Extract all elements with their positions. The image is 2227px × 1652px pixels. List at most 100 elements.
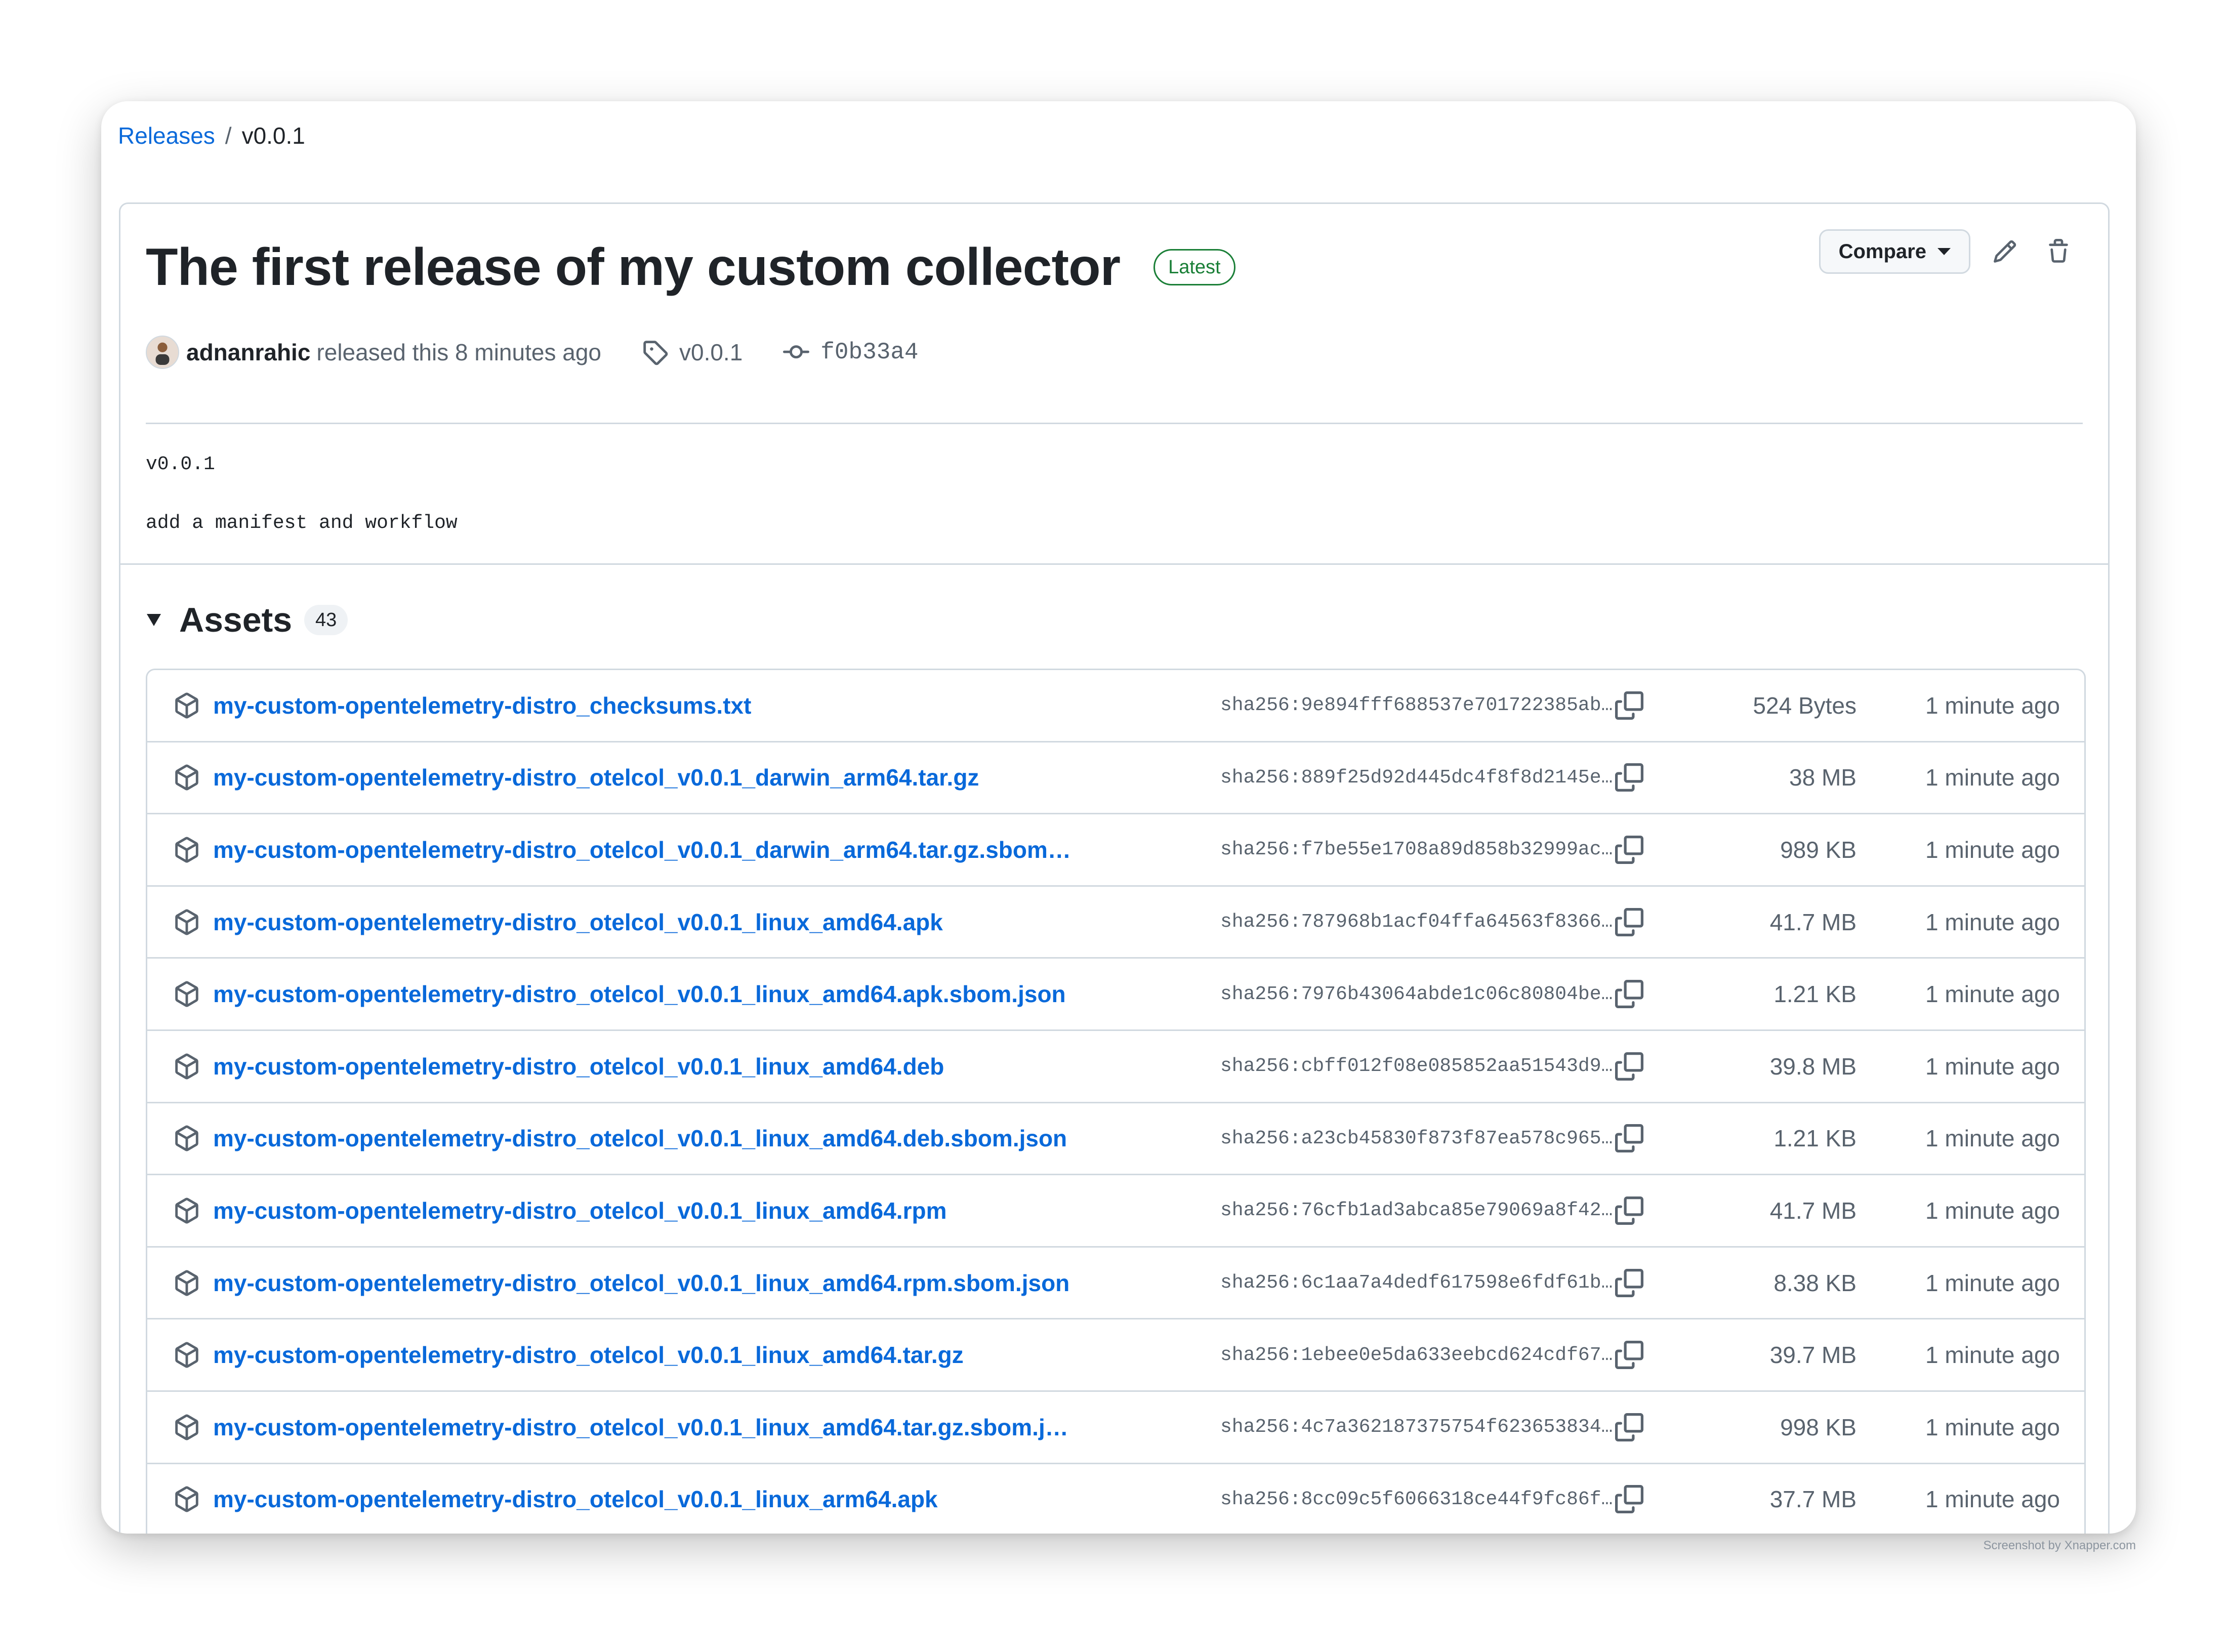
release-title: The first release of my custom collector [146,238,1121,297]
asset-sha256: sha256:889f25d92d445dc4f8f8d2145e… [1220,766,1613,789]
asset-size: 41.7 MB [1769,908,1857,935]
asset-name-link[interactable]: my-custom-opentelemetry-distro_otelcol_v… [213,1341,964,1369]
asset-name-link[interactable]: my-custom-opentelemetry-distro_otelcol_v… [213,1414,1068,1441]
release-tag-label: v0.0.1 [679,339,743,365]
release-meta: adnanrahic released this 8 minutes ago v… [146,336,919,369]
package-icon [175,1197,198,1224]
package-icon [175,692,198,719]
caret-down-icon [1937,248,1951,255]
release-author[interactable]: adnanrahic [186,337,310,367]
asset-row: my-custom-opentelemetry-distro_otelcol_v… [147,1392,2084,1464]
delete-release-button[interactable] [2039,232,2078,271]
asset-row: my-custom-opentelemetry-distro_otelcol_v… [147,1175,2084,1248]
release-notes: v0.0.1 add a manifest and workflow [146,452,458,536]
asset-sha256: sha256:76cfb1ad3abca85e79069a8f42… [1220,1200,1613,1222]
package-icon [175,1414,198,1440]
asset-sha256: sha256:787968b1acf04ffa64563f8366… [1220,911,1613,933]
asset-updated-time: 1 minute ago [1925,1269,2060,1296]
assets-title: Assets [179,601,293,639]
asset-size: 37.7 MB [1769,1486,1857,1513]
tag-icon [643,341,668,365]
package-icon [175,981,198,1007]
copy-icon[interactable] [1615,980,1643,1009]
asset-name-link[interactable]: my-custom-opentelemetry-distro_otelcol_v… [213,764,979,791]
avatar[interactable] [146,336,179,369]
asset-size: 8.38 KB [1774,1269,1857,1296]
asset-updated-time: 1 minute ago [1925,981,2060,1008]
copy-icon[interactable] [1615,1052,1643,1081]
copy-icon[interactable] [1615,763,1643,792]
asset-updated-time: 1 minute ago [1925,1053,2060,1080]
asset-updated-time: 1 minute ago [1925,836,2060,863]
asset-updated-time: 1 minute ago [1925,692,2060,719]
release-actions: Compare [1819,229,2078,274]
asset-size: 1.21 KB [1774,981,1857,1008]
copy-icon[interactable] [1615,907,1643,936]
asset-name-link[interactable]: my-custom-opentelemetry-distro_otelcol_v… [213,836,1071,863]
breadcrumb-separator: / [225,122,232,149]
copy-icon[interactable] [1615,691,1643,720]
breadcrumb-releases-link[interactable]: Releases [118,120,215,151]
asset-row: my-custom-opentelemetry-distro_checksums… [147,670,2084,742]
asset-list: my-custom-opentelemetry-distro_checksums… [146,669,2086,1534]
release-card: The first release of my custom collector… [119,202,2110,1534]
asset-updated-time: 1 minute ago [1925,764,2060,791]
copy-icon[interactable] [1615,1485,1643,1514]
asset-size: 39.7 MB [1769,1342,1857,1369]
asset-sha256: sha256:7976b43064abde1c06c80804be… [1220,983,1613,1005]
asset-sha256: sha256:f7be55e1708a89d858b32999ac… [1220,839,1613,861]
asset-row: my-custom-opentelemetry-distro_otelcol_v… [147,1248,2084,1320]
release-tag[interactable]: v0.0.1 [642,337,743,367]
asset-name-link[interactable]: my-custom-opentelemetry-distro_otelcol_v… [213,1269,1069,1297]
asset-size: 1.21 KB [1774,1125,1857,1152]
copy-icon[interactable] [1615,1124,1643,1153]
asset-size: 41.7 MB [1769,1197,1857,1224]
asset-size: 998 KB [1780,1414,1857,1440]
asset-size: 39.8 MB [1769,1053,1857,1080]
copy-icon[interactable] [1615,835,1643,864]
asset-name-link[interactable]: my-custom-opentelemetry-distro_otelcol_v… [213,908,943,936]
assets-count-badge: 43 [304,605,348,635]
asset-updated-time: 1 minute ago [1925,1125,2060,1152]
asset-sha256: sha256:8cc09c5f6066318ce44f9fc86f… [1220,1488,1613,1510]
watermark: Screenshot by Xnapper.com [1983,1539,2136,1552]
package-icon [175,1125,198,1151]
asset-row: my-custom-opentelemetry-distro_otelcol_v… [147,887,2084,959]
asset-name-link[interactable]: my-custom-opentelemetry-distro_otelcol_v… [213,980,1066,1008]
asset-updated-time: 1 minute ago [1925,1342,2060,1369]
asset-name-link[interactable]: my-custom-opentelemetry-distro_otelcol_v… [213,1125,1067,1152]
release-title-row: The first release of my custom collector… [146,234,1235,300]
package-icon [175,909,198,935]
asset-name-link[interactable]: my-custom-opentelemetry-distro_otelcol_v… [213,1485,938,1513]
released-time-text: released this 8 minutes ago [316,339,601,365]
avatar-person-icon [155,342,170,365]
asset-updated-time: 1 minute ago [1925,1197,2060,1224]
latest-badge: Latest [1153,249,1235,285]
asset-sha256: sha256:9e894fff688537e701722385ab… [1220,694,1613,717]
asset-updated-time: 1 minute ago [1925,1486,2060,1513]
asset-row: my-custom-opentelemetry-distro_otelcol_v… [147,959,2084,1031]
package-icon [175,1053,198,1080]
assets-toggle[interactable]: Assets 43 [147,600,348,640]
compare-button[interactable]: Compare [1819,229,1970,274]
asset-size: 38 MB [1789,764,1857,791]
asset-size: 524 Bytes [1753,692,1857,719]
copy-icon[interactable] [1615,1268,1643,1297]
release-commit[interactable]: f0b33a4 [783,337,919,367]
asset-name-link[interactable]: my-custom-opentelemetry-distro_checksums… [213,692,751,719]
asset-sha256: sha256:6c1aa7a4dedf617598e6fdf61b… [1220,1272,1613,1294]
copy-icon[interactable] [1615,1196,1643,1225]
release-notes-line: add a manifest and workflow [146,512,458,534]
package-icon [175,764,198,791]
asset-updated-time: 1 minute ago [1925,908,2060,935]
package-icon [175,1486,198,1512]
asset-sha256: sha256:1ebee0e5da633eebcd624cdf67… [1220,1344,1613,1366]
copy-icon[interactable] [1615,1413,1643,1441]
copy-icon[interactable] [1615,1341,1643,1370]
asset-name-link[interactable]: my-custom-opentelemetry-distro_otelcol_v… [213,1197,946,1224]
edit-release-button[interactable] [1986,232,2024,271]
asset-size: 989 KB [1780,836,1857,863]
asset-row: my-custom-opentelemetry-distro_otelcol_v… [147,814,2084,887]
asset-sha256: sha256:a23cb45830f873f87ea578c965… [1220,1127,1613,1149]
asset-name-link[interactable]: my-custom-opentelemetry-distro_otelcol_v… [213,1053,944,1080]
